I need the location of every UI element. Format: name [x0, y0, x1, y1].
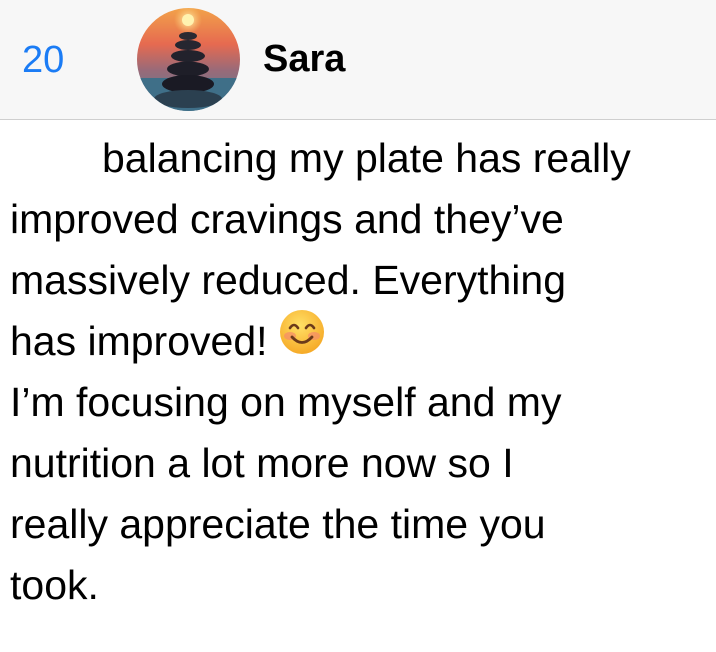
- message-line: took.: [10, 562, 99, 608]
- message-text: balancing my plate has really improved c…: [10, 128, 710, 616]
- message-line: improved cravings and they’ve: [10, 196, 564, 242]
- message-line-with-emoji: has improved!: [10, 308, 710, 373]
- chat-header: 20 Sara: [0, 0, 716, 120]
- contact-name[interactable]: Sara: [263, 37, 345, 81]
- message-line: balancing my plate has really: [102, 135, 631, 181]
- contact-avatar[interactable]: [137, 8, 240, 111]
- message-line: I’m focusing on myself and my: [10, 379, 562, 425]
- back-unread-count[interactable]: 20: [22, 38, 64, 82]
- message-line: massively reduced. Everything: [10, 257, 567, 303]
- smiling-face-icon: [278, 308, 326, 373]
- message-line: nutrition a lot more now so I: [10, 440, 514, 486]
- stacked-stones-avatar-icon: [137, 8, 240, 111]
- message-line-text: has improved!: [10, 318, 268, 364]
- message-line: really appreciate the time you: [10, 501, 546, 547]
